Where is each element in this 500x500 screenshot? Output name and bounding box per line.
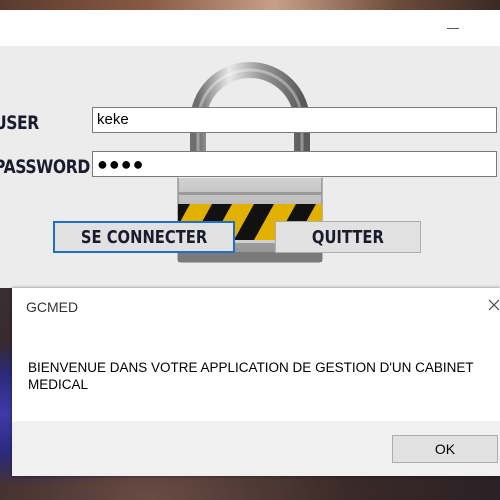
user-input[interactable]: keke: [92, 107, 497, 133]
dialog-titlebar: GCMED: [12, 288, 500, 326]
quit-button-label: QUITTER: [312, 226, 384, 248]
password-label: PASSWORD: [0, 156, 90, 178]
dialog-body: BIENVENUE DANS VOTRE APPLICATION DE GEST…: [12, 326, 500, 421]
connect-button[interactable]: SE CONNECTER: [53, 221, 235, 253]
user-label: USER: [0, 112, 39, 134]
login-titlebar: [0, 10, 500, 46]
minimize-icon[interactable]: [447, 28, 459, 29]
login-window: USER keke PASSWORD ●●●● SE CONNECTER QUI…: [0, 10, 500, 288]
dialog-message: BIENVENUE DANS VOTRE APPLICATION DE GEST…: [28, 360, 474, 392]
message-dialog: GCMED BIENVENUE DANS VOTRE APPLICATION D…: [12, 288, 500, 476]
dialog-title: GCMED: [26, 299, 79, 315]
close-icon[interactable]: [486, 297, 500, 313]
password-input[interactable]: ●●●●: [92, 151, 497, 177]
connect-button-label: SE CONNECTER: [80, 226, 208, 248]
ok-button[interactable]: OK: [392, 435, 498, 463]
quit-button[interactable]: QUITTER: [275, 221, 421, 253]
